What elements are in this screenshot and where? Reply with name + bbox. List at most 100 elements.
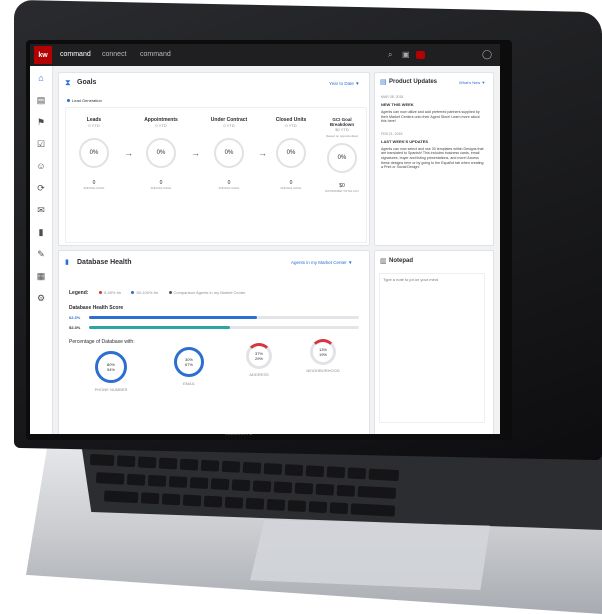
key xyxy=(147,474,167,487)
stage-note: ANNUAL GOAL xyxy=(150,186,172,190)
key xyxy=(179,458,199,471)
key xyxy=(140,492,160,505)
key xyxy=(103,490,139,504)
lead-gen-label: Lead Generation xyxy=(67,98,102,103)
lead-gen-dot xyxy=(67,99,70,102)
pct-title: Percentage of Database with: xyxy=(69,339,135,345)
stage-appointments: Appointments 0 YTD 0% 0 ANNUAL GOAL xyxy=(131,117,191,190)
designs-icon[interactable]: ✎ xyxy=(35,248,47,260)
notepad-icon: ▥ xyxy=(380,258,387,265)
nav-connect[interactable]: connect xyxy=(102,51,127,58)
marketing-icon[interactable]: ✉ xyxy=(35,204,47,216)
user-icon[interactable]: ◯ xyxy=(482,49,492,60)
update-date: MAR 08, 2018 xyxy=(381,95,404,99)
stage-note: ANNUAL GOAL xyxy=(83,186,105,190)
goals-title: Goals xyxy=(77,79,97,86)
trackpad xyxy=(250,520,490,590)
ring: 37% 29% xyxy=(246,343,272,369)
legend-text: Comparison Agents in my Market Center xyxy=(173,290,246,295)
key xyxy=(357,485,397,499)
key xyxy=(336,484,356,497)
score-title: Database Health Score xyxy=(69,305,124,311)
update-body: Agents can now select and use 30 templat… xyxy=(381,146,484,170)
key xyxy=(231,479,251,492)
stage-pct: 0% xyxy=(146,138,176,168)
legend-dot xyxy=(168,291,172,294)
key xyxy=(308,501,328,514)
product-updates-panel: ▤ Product Updates What's New ▼ MAR 08, 2… xyxy=(374,72,494,246)
stage-sub: 0 YTD xyxy=(88,123,100,128)
key xyxy=(168,475,188,488)
key xyxy=(347,467,367,480)
search-icon[interactable]: ⌕ xyxy=(388,50,392,60)
tasks-icon[interactable]: ☑ xyxy=(35,138,47,150)
settings-icon[interactable]: ⚙ xyxy=(35,292,47,304)
key xyxy=(116,455,136,468)
gci-label: GCI Goal Breakdown xyxy=(329,117,355,127)
ring-bottom: 29% xyxy=(254,356,263,361)
key xyxy=(294,482,314,495)
key xyxy=(287,500,307,512)
ring-bottom: 54% xyxy=(106,367,115,372)
ring-label: NEIGHBORHOOD xyxy=(306,368,340,373)
nav-command[interactable]: command xyxy=(60,51,91,58)
update-heading: LAST WEEK'S UPDATES xyxy=(381,138,429,144)
update-heading: NEW THIS WEEK xyxy=(381,102,414,107)
legend: Legend: 0-49% fm 50-100% fm Comparison A… xyxy=(69,281,246,299)
score-1-track xyxy=(89,316,359,319)
gci-note: (based on opportunities) xyxy=(325,134,359,138)
home-icon[interactable]: ⌂ xyxy=(35,72,47,84)
key xyxy=(305,465,325,478)
contacts-icon[interactable]: ▤ xyxy=(35,94,47,106)
updates-title: Product Updates xyxy=(389,79,438,85)
stage-sub: 0 YTD xyxy=(155,123,167,128)
goals-period-select[interactable]: Year to Date ▼ xyxy=(329,81,360,86)
legend-item: 50-100% fm xyxy=(131,290,158,295)
updates-feed[interactable]: MAR 08, 2018 NEW THIS WEEK Agents can no… xyxy=(381,95,485,241)
key xyxy=(315,483,335,496)
score-2-fill xyxy=(89,326,231,329)
nav-command-mc[interactable]: command xyxy=(140,51,171,58)
update-date: FEB 21, 2018 xyxy=(381,131,403,136)
ring-phone: 80% 54% PHONE NUMBER xyxy=(81,351,141,392)
key xyxy=(252,480,272,493)
hourglass-icon: ⧗ xyxy=(65,78,71,87)
key xyxy=(273,481,293,494)
document-icon: ▤ xyxy=(380,79,387,86)
legend-text: 0-49% fm xyxy=(103,290,122,295)
score-2-track xyxy=(89,326,359,329)
ring-neighborhood: 13% 19% NEIGHBORHOOD xyxy=(293,339,353,373)
key xyxy=(368,468,400,482)
lead-gen-text: Lead Generation xyxy=(72,98,102,103)
reports-icon[interactable]: ▮ xyxy=(35,226,47,238)
ring-email: 30% 67% EMAIL xyxy=(159,347,219,386)
score-1-fill xyxy=(89,316,258,319)
notification-icon[interactable] xyxy=(416,51,425,59)
key xyxy=(203,495,223,508)
top-bar: kw command connect command ⌕ ▣ ◯ xyxy=(30,44,500,66)
opportunities-icon[interactable]: ⚑ xyxy=(35,116,47,128)
database-health-panel: ▮ Database Health Agents in my Market Ce… xyxy=(58,250,370,434)
kw-logo[interactable]: kw xyxy=(34,46,52,64)
agent-icon[interactable]: ☺ xyxy=(35,160,47,172)
key xyxy=(263,463,283,475)
ring-label: EMAIL xyxy=(182,381,195,386)
ring: 30% 67% xyxy=(174,347,204,377)
gci-foot: ESTIMATED TOTAL GCI xyxy=(325,189,359,193)
calendar-icon[interactable]: ▦ xyxy=(35,270,47,282)
bar-chart-icon: ▮ xyxy=(65,259,69,266)
ring: 80% 54% xyxy=(95,351,127,383)
key xyxy=(284,464,304,477)
key xyxy=(89,453,115,467)
key xyxy=(242,461,262,474)
update-body: Agents can now utilize and add preferred… xyxy=(381,110,480,124)
stage-closed-units: Closed Units 0 YTD 0% 0 ANNUAL GOAL xyxy=(265,117,317,190)
goals-panel: ⧗ Goals Year to Date ▼ Lead Generation L… xyxy=(58,72,370,246)
notepad-input[interactable] xyxy=(379,273,485,423)
whats-new-link[interactable]: What's New ▼ xyxy=(459,80,485,85)
key xyxy=(126,473,146,486)
dbhealth-compare-select[interactable]: Agents in my Market Center ▼ xyxy=(291,260,352,265)
key xyxy=(210,478,230,491)
referrals-icon[interactable]: ⟳ xyxy=(35,182,47,194)
apps-icon[interactable]: ▣ xyxy=(402,50,410,59)
